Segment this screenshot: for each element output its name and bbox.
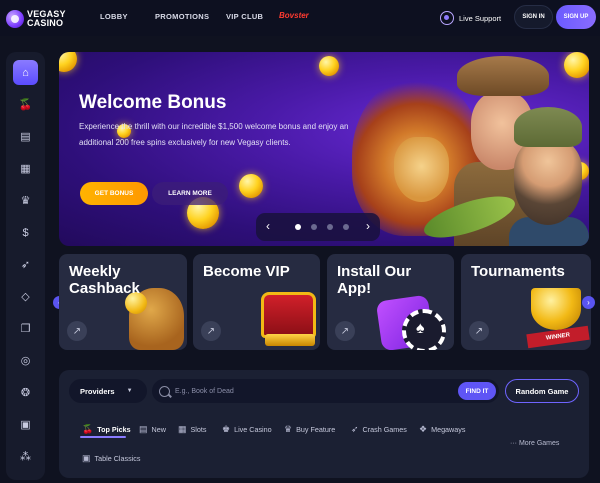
tab-megaways[interactable]: ❖ Megaways [419, 424, 465, 435]
carousel-dot[interactable] [327, 224, 333, 230]
search-input[interactable]: E.g., Book of Dead [152, 379, 499, 403]
gold-coin-icon [319, 56, 339, 76]
nav-vip-club[interactable]: VIP CLUB [226, 12, 263, 21]
carousel-next-icon[interactable]: › [366, 219, 370, 233]
random-game-button[interactable]: Random Game [505, 379, 579, 403]
tab-new[interactable]: ▤ New [139, 424, 166, 435]
promo-card-become-vip[interactable]: Become VIP ↗ [193, 254, 320, 350]
get-bonus-button[interactable]: GET BONUS [80, 182, 148, 205]
hero-title: Welcome Bonus [79, 92, 227, 113]
sidebar-documents-icon[interactable]: ❐ [13, 316, 38, 341]
tab-crash-games[interactable]: ➶ Crash Games [351, 424, 407, 435]
lumberjack-hat-illustration [514, 107, 582, 147]
tab-label: Crash Games [362, 425, 407, 434]
sign-up-button[interactable]: SIGN UP [556, 5, 596, 29]
find-it-button[interactable]: FIND IT [458, 382, 496, 400]
dealer-icon: ♚ [222, 424, 231, 434]
megaways-icon: ❖ [419, 424, 428, 434]
providers-label: Providers [80, 386, 115, 396]
tab-slots[interactable]: ▦ Slots [178, 424, 207, 435]
sidebar-diamond-icon[interactable]: ◇ [13, 284, 38, 309]
tab-buy-feature[interactable]: ♛ Buy Feature [284, 424, 335, 435]
sign-in-button[interactable]: SIGN IN [514, 5, 553, 29]
sidebar-calendar-icon[interactable]: ▦ [13, 156, 38, 181]
sidebar-chips-icon[interactable]: ❂ [13, 380, 38, 405]
tab-label: Top Picks [97, 425, 131, 434]
nav-brand-link[interactable]: Bovster [279, 11, 309, 20]
tab-label: Table Classics [94, 454, 141, 463]
crown-icon [261, 292, 316, 338]
promo-card-weekly-cashback[interactable]: Weekly Cashback ↗ [59, 254, 187, 350]
slot-machine-icon: ▦ [178, 424, 187, 434]
buy-feature-icon: ♛ [284, 424, 293, 434]
card-title: Weekly Cashback [69, 263, 140, 297]
lion-face-illustration [394, 137, 449, 202]
more-games-link[interactable]: ··· More Games [510, 440, 559, 447]
cowboy-hat-illustration [457, 56, 549, 96]
arrow-up-right-icon[interactable]: ↗ [335, 321, 355, 341]
arrow-up-right-icon[interactable]: ↗ [67, 321, 87, 341]
carousel-prev-icon[interactable]: ‹ [266, 219, 270, 233]
logo-icon [6, 10, 24, 28]
rocket-icon: ➶ [351, 424, 359, 434]
arrow-up-right-icon[interactable]: ↗ [201, 321, 221, 341]
new-icon: ▤ [139, 424, 148, 434]
sidebar-more-icon[interactable]: ⁂ [13, 444, 38, 469]
chevron-down-icon: ▼ [126, 388, 133, 394]
nav-promotions[interactable]: PROMOTIONS [155, 12, 209, 21]
tab-label: Megaways [431, 425, 466, 434]
providers-dropdown[interactable]: Providers ▼ [69, 379, 147, 403]
tab-label: Slots [190, 425, 207, 434]
live-support-label: Live Support [459, 13, 502, 23]
card-title: Become VIP [203, 263, 290, 280]
sidebar-roulette-icon[interactable]: ◎ [13, 348, 38, 373]
learn-more-button[interactable]: LEARN MORE [152, 182, 228, 205]
card-title: Install Our App! [337, 263, 412, 297]
logo-text-line2: CASINO [27, 18, 64, 28]
gold-coin-icon [239, 174, 263, 198]
chat-icon [440, 11, 454, 25]
cherries-icon: 🍒 [82, 424, 94, 434]
card-title: Tournaments [471, 263, 565, 280]
tab-live-casino[interactable]: ♚ Live Casino [222, 424, 272, 435]
hero-description: Experience the thrill with our incredibl… [79, 122, 349, 147]
arrow-up-right-icon[interactable]: ↗ [469, 321, 489, 341]
gold-coin-icon [564, 52, 589, 78]
top-header: VEGASY CASINO LOBBY PROMOTIONS VIP CLUB … [0, 0, 600, 36]
tab-label: Live Casino [234, 425, 272, 434]
active-tab-indicator [80, 436, 126, 438]
tab-table-classics[interactable]: ▣ Table Classics [82, 453, 140, 464]
carousel-controls: ‹ › [256, 213, 380, 241]
gold-coin-icon [59, 52, 77, 72]
welcome-bonus-banner: Welcome Bonus Experience the thrill with… [59, 52, 589, 246]
sidebar-rocket-icon[interactable]: ➶ [13, 252, 38, 277]
sidebar-money-bag-icon[interactable]: $ [13, 220, 38, 245]
logo[interactable]: VEGASY CASINO [6, 6, 68, 32]
carousel-dot[interactable] [311, 224, 317, 230]
sidebar-cherries-icon[interactable]: 🍒 [13, 92, 38, 117]
nav-lobby[interactable]: LOBBY [100, 12, 128, 21]
trophy-icon [531, 288, 581, 330]
table-games-icon: ▣ [82, 453, 91, 463]
sidebar-trophy-icon[interactable]: ♛ [13, 188, 38, 213]
search-placeholder: E.g., Book of Dead [175, 387, 234, 395]
sidebar: ⌂ 🍒 ▤ ▦ ♛ $ ➶ ◇ ❐ ◎ ❂ ▣ ⁂ [6, 52, 45, 480]
live-support-button[interactable]: Live Support [440, 7, 506, 29]
carousel-dot-active[interactable] [295, 224, 301, 230]
sidebar-slot-machine-icon[interactable]: ▤ [13, 124, 38, 149]
tab-top-picks[interactable]: 🍒 Top Picks [82, 424, 131, 435]
spade-icon: ♠ [416, 320, 425, 337]
winner-ribbon: WINNER [526, 325, 590, 349]
promo-card-install-app[interactable]: ♠ Install Our App! ↗ [327, 254, 454, 350]
sidebar-home-icon[interactable]: ⌂ [13, 60, 38, 85]
promo-card-tournaments[interactable]: WINNER Tournaments ↗ [461, 254, 591, 350]
carousel-dot[interactable] [343, 224, 349, 230]
lumberjack-face-illustration [514, 140, 582, 225]
tab-label: New [151, 425, 166, 434]
sidebar-calculator-icon[interactable]: ▣ [13, 412, 38, 437]
tab-label: Buy Feature [296, 425, 336, 434]
search-icon [159, 385, 170, 397]
cards-next-icon[interactable]: › [582, 296, 595, 309]
